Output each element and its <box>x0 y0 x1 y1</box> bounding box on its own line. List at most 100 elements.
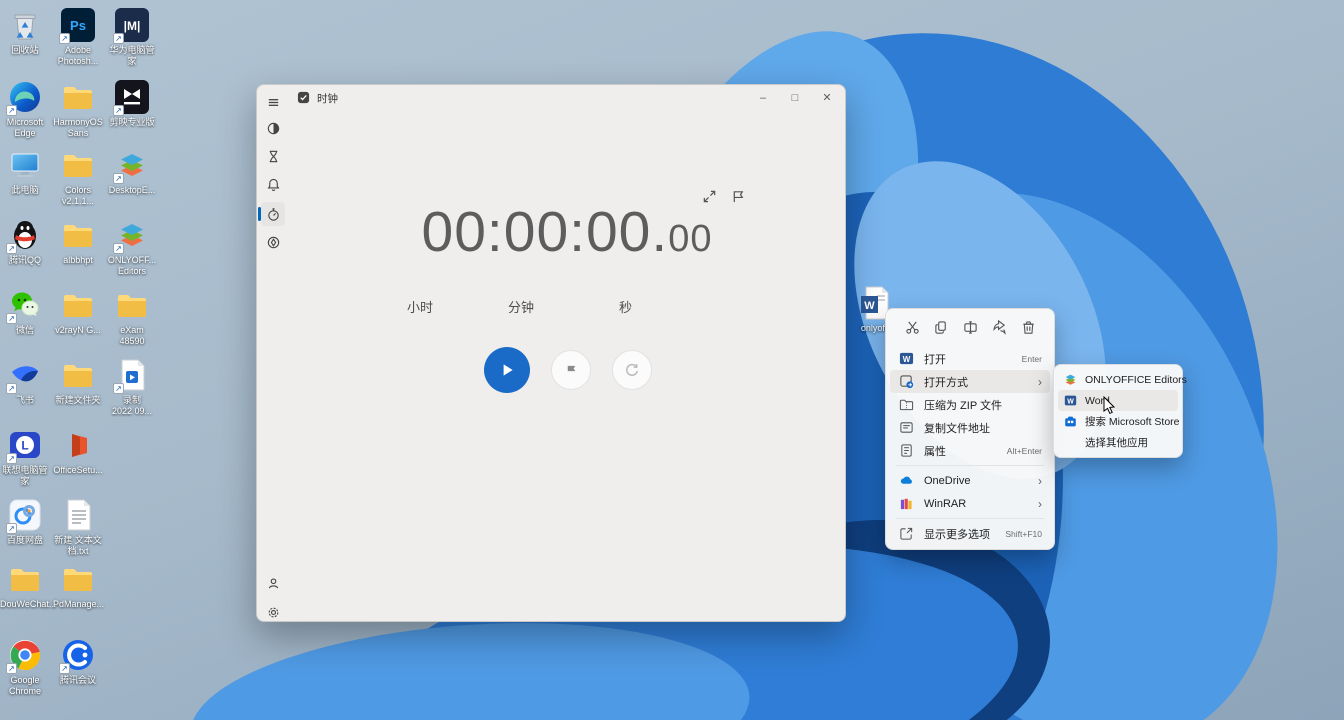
menu-item-copy-path[interactable]: 复制文件地址 <box>890 416 1050 439</box>
rename-icon[interactable] <box>958 318 982 340</box>
desktop-icon-pc-manager[interactable]: |M|↗ 华为电脑管家 <box>107 8 157 67</box>
folder-icon <box>61 288 95 322</box>
cut-icon[interactable] <box>900 318 924 340</box>
minutes-label: 分钟 <box>508 297 534 316</box>
context-menu: W 打开 Enter 打开方式 › 压缩为 ZIP 文件 复制文件地址 属性 A… <box>885 308 1055 550</box>
account-icon[interactable] <box>261 571 285 595</box>
submenu-item-search-store[interactable]: 搜索 Microsoft Store <box>1058 411 1178 432</box>
svg-text:L: L <box>21 439 28 453</box>
menu-item-open-with[interactable]: 打开方式 › <box>890 370 1050 393</box>
desktop-icon-douwechat-folder[interactable]: DouWeChat... <box>0 562 50 610</box>
desktop-icon-lenovo-manager[interactable]: L↗ 联想电脑管家 <box>0 428 50 487</box>
folder-icon <box>61 148 95 182</box>
desktop-icon-wechat[interactable]: ↗ 微信 <box>0 288 50 336</box>
time-unit-labels: 小时 分钟 秒 <box>289 297 847 313</box>
settings-icon[interactable] <box>261 600 285 624</box>
word-icon: W <box>1064 394 1077 407</box>
menu-separator <box>896 518 1044 519</box>
svg-text:Ps: Ps <box>70 18 86 33</box>
submenu-item-choose-another-app[interactable]: 选择其他应用 <box>1058 432 1178 453</box>
submenu-item-onlyoffice[interactable]: ONLYOFFICE Editors <box>1058 369 1178 390</box>
menu-button[interactable] <box>261 90 285 114</box>
copy-icon[interactable] <box>929 318 953 340</box>
desktop-icon-v2rayn-folder[interactable]: v2rayN G... <box>53 288 103 336</box>
menu-item-compress-zip[interactable]: 压缩为 ZIP 文件 <box>890 393 1050 416</box>
desktop-icon-tencent-meeting[interactable]: ↗ 腾讯会议 <box>53 638 103 686</box>
folder-icon <box>115 288 149 322</box>
world-clock-icon[interactable] <box>261 230 285 254</box>
focus-sessions-icon[interactable] <box>261 116 285 140</box>
shortcut-arrow-icon: ↗ <box>113 173 124 184</box>
shortcut-arrow-icon: ↗ <box>59 663 70 674</box>
shortcut-arrow-icon: ↗ <box>6 383 17 394</box>
desktop-icon-harmonyos-sans[interactable]: HarmonyOS Sans <box>53 80 103 139</box>
desktop[interactable]: { "colors": { "accent_blue": "#1a6bc7", … <box>0 0 1344 720</box>
delete-icon[interactable] <box>1016 318 1040 340</box>
shortcut-arrow-icon: ↗ <box>6 453 17 464</box>
shortcut-arrow-icon: ↗ <box>6 313 17 324</box>
zip-icon <box>899 397 914 412</box>
office-icon <box>61 428 95 462</box>
open-with-icon <box>899 374 914 389</box>
folder-icon <box>61 218 95 252</box>
folder-icon <box>61 358 95 392</box>
desktop-icon-capcut[interactable]: ↗ 剪映专业版 <box>107 80 157 128</box>
pc-manager-icon: |M|↗ <box>115 8 149 42</box>
desktop-icon-text-file[interactable]: 新建 文本文 档.txt <box>53 498 103 557</box>
desktop-icon-albbhpt-folder[interactable]: albbhpt <box>53 218 103 266</box>
properties-icon <box>899 443 914 458</box>
menu-item-winrar[interactable]: WinRAR › <box>890 492 1050 515</box>
desktop-icon-qq[interactable]: ↗ 腾讯QQ <box>0 218 50 266</box>
desktop-icon-baidu-netdisk[interactable]: ↗ 百度网盘 <box>0 498 50 546</box>
chevron-right-icon: › <box>1032 497 1042 511</box>
menu-item-open[interactable]: W 打开 Enter <box>890 347 1050 370</box>
stopwatch-icon[interactable] <box>261 202 285 226</box>
desktop-icon-recording-video[interactable]: ↗ 录制 2022 09... <box>107 358 157 417</box>
stopwatch-time: 00:00:00.00 <box>289 199 845 265</box>
desktop-icon-onlyoffice-editors[interactable]: ↗ ONLYOFF... Editors <box>107 218 157 277</box>
share-icon[interactable] <box>987 318 1011 340</box>
minimize-button[interactable]: – <box>747 85 779 111</box>
recycle-bin-icon <box>8 8 42 42</box>
desktop-icon-exam-folder[interactable]: eXam 48590 <box>107 288 157 347</box>
desktop-icon-recycle-bin[interactable]: 回收站 <box>0 8 50 56</box>
shortcut-arrow-icon: ↗ <box>6 243 17 254</box>
maximize-button[interactable]: □ <box>779 85 811 111</box>
reset-button[interactable] <box>612 350 652 390</box>
wechat-icon: ↗ <box>8 288 42 322</box>
photoshop-icon: Ps↗ <box>61 8 95 42</box>
text-file-icon <box>61 498 95 532</box>
start-button[interactable] <box>484 347 530 393</box>
shortcut-arrow-icon: ↗ <box>113 105 124 116</box>
timer-icon[interactable] <box>261 144 285 168</box>
svg-text:W: W <box>903 355 911 364</box>
svg-text:W: W <box>864 300 875 312</box>
close-button[interactable]: ✕ <box>811 85 843 111</box>
menu-item-show-more-options[interactable]: 显示更多选项 Shift+F10 <box>890 522 1050 545</box>
desktop-icon-edge[interactable]: ↗ Microsoft Edge <box>0 80 50 139</box>
onlyoffice-icon <box>1064 373 1077 386</box>
menu-item-properties[interactable]: 属性 Alt+Enter <box>890 439 1050 462</box>
lap-button[interactable] <box>551 350 591 390</box>
menu-item-onedrive[interactable]: OneDrive › <box>890 469 1050 492</box>
desktop-icon-office-setup[interactable]: OfficeSetu... <box>53 428 103 476</box>
alarm-icon[interactable] <box>261 172 285 196</box>
edge-icon: ↗ <box>8 80 42 114</box>
desktop-icon-chrome[interactable]: ↗ Google Chrome <box>0 638 50 697</box>
tencent-meeting-icon: ↗ <box>61 638 95 672</box>
qq-icon: ↗ <box>8 218 42 252</box>
desktop-icon-feishu[interactable]: ↗ 飞书 <box>0 358 50 406</box>
desktop-icon-photoshop[interactable]: Ps↗ Adobe Photosh... <box>53 8 103 67</box>
desktop-icon-new-folder[interactable]: 新建文件夹 <box>53 358 103 406</box>
desktop-icon-pdmanage-folder[interactable]: PdManage... <box>53 562 103 610</box>
desktop-icon-colors-folder[interactable]: Colors v2.1.1... <box>53 148 103 207</box>
seconds-label: 秒 <box>619 297 632 316</box>
desktop-icon-this-pc[interactable]: 此电脑 <box>0 148 50 196</box>
submenu-item-word[interactable]: W Word <box>1058 390 1178 411</box>
desktop-icon-desktop-editors[interactable]: ↗ DesktopE... <box>107 148 157 196</box>
feishu-icon: ↗ <box>8 358 42 392</box>
shortcut-arrow-icon: ↗ <box>6 663 17 674</box>
mouse-cursor <box>1103 396 1116 415</box>
clock-titlebar[interactable]: 时钟 – □ ✕ <box>257 85 845 111</box>
shortcut-arrow-icon: ↗ <box>6 523 17 534</box>
